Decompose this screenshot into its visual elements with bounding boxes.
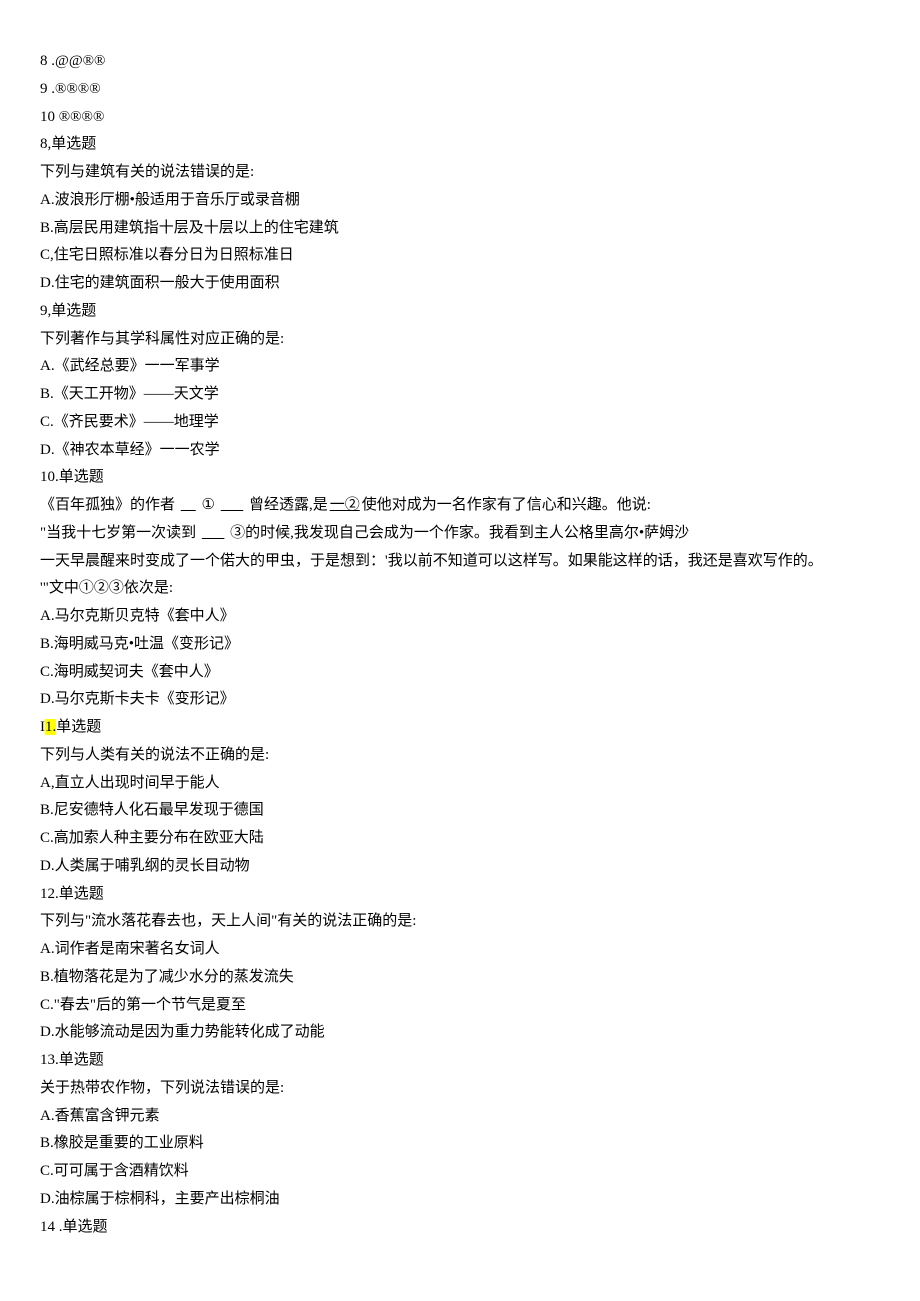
option-d: D.油棕属于棕桐科，主要产出棕桐油	[40, 1186, 880, 1214]
option-a: A.词作者是南宋著名女词人	[40, 936, 880, 964]
question-header: 8,单选题	[40, 131, 880, 159]
blank-underline	[219, 497, 246, 513]
question-header: 12.单选题	[40, 881, 880, 909]
option-d: D.《神农本草经》一一农学	[40, 437, 880, 465]
question-header: 9,单选题	[40, 298, 880, 326]
blank-underline	[179, 497, 198, 513]
highlighted-text: 1.	[45, 719, 56, 735]
option-b: B.海明威马克•吐温《变形记》	[40, 631, 880, 659]
option-c: C,住宅日照标准以春分日为日照标准日	[40, 242, 880, 270]
option-a: A.波浪形厅棚•般适用于音乐厅或录音棚	[40, 187, 880, 215]
question-stem: 下列与建筑有关的说法错误的是:	[40, 159, 880, 187]
text: ③的时候,我发现自己会成为一个作家。我看到主人公格里高尔•萨姆沙	[230, 525, 689, 541]
option-b: B.植物落花是为了减少水分的蒸发流失	[40, 964, 880, 992]
option-d: D.水能够流动是因为重力势能转化成了动能	[40, 1019, 880, 1047]
option-a: A.香蕉富含钾元素	[40, 1103, 880, 1131]
option-c: C.海明威契诃夫《套中人》	[40, 659, 880, 687]
text-line: 10 ®®®®	[40, 104, 880, 132]
option-a: A.《武经总要》一一军事学	[40, 353, 880, 381]
question-stem: "当我十七岁第一次读到 ③的时候,我发现自己会成为一个作家。我看到主人公格里高尔…	[40, 520, 880, 548]
blank-placeholder: ①	[202, 497, 215, 513]
question-header: 14 .单选题	[40, 1214, 880, 1242]
option-d: D.住宅的建筑面积一般大于使用面积	[40, 270, 880, 298]
text-line: 9 .®®®®	[40, 76, 880, 104]
text: 使他对成为一名作家有了信心和兴趣。他说:	[362, 497, 651, 513]
question-header: I1.单选题	[40, 714, 880, 742]
text: 曾经透露,是	[249, 497, 328, 513]
blank-underline: 一②	[328, 497, 362, 513]
option-c: C.可可属于含酒精饮料	[40, 1158, 880, 1186]
question-stem: 下列与"流水落花春去也，天上人间"有关的说法正确的是:	[40, 908, 880, 936]
option-a: A,直立人出现时间早于能人	[40, 770, 880, 798]
option-c: C.高加索人种主要分布在欧亚大陆	[40, 825, 880, 853]
question-header: 13.单选题	[40, 1047, 880, 1075]
question-stem: 一天早晨醒来时变成了一个偌大的甲虫，于是想到：'我以前不知道可以这样写。如果能这…	[40, 548, 880, 576]
question-header: 10.单选题	[40, 464, 880, 492]
option-d: D.人类属于哺乳纲的灵长目动物	[40, 853, 880, 881]
question-stem: 下列与人类有关的说法不正确的是:	[40, 742, 880, 770]
text: "当我十七岁第一次读到	[40, 525, 196, 541]
option-c: C."春去"后的第一个节气是夏至	[40, 992, 880, 1020]
option-b: B.高层民用建筑指十层及十层以上的住宅建筑	[40, 215, 880, 243]
option-a: A.马尔克斯贝克特《套中人》	[40, 603, 880, 631]
text-line: 8 .@@®®	[40, 48, 880, 76]
question-stem: 《百年孤独》的作者 ① 曾经透露,是一②使他对成为一名作家有了信心和兴趣。他说:	[40, 492, 880, 520]
option-b: B.尼安德特人化石最早发现于德国	[40, 797, 880, 825]
document-page: 8 .@@®® 9 .®®®® 10 ®®®® 8,单选题 下列与建筑有关的说法…	[0, 0, 920, 1281]
question-stem: 关于热带农作物，下列说法错误的是:	[40, 1075, 880, 1103]
text: 《百年孤独》的作者	[40, 497, 175, 513]
option-d: D.马尔克斯卡夫卡《变形记》	[40, 686, 880, 714]
question-stem: 下列著作与其学科属性对应正确的是:	[40, 326, 880, 354]
text: 单选题	[56, 719, 101, 735]
option-b: B.橡胶是重要的工业原料	[40, 1130, 880, 1158]
question-stem: '"文中①②③依次是:	[40, 575, 880, 603]
option-b: B.《天工开物》——天文学	[40, 381, 880, 409]
blank-underline	[200, 525, 227, 541]
option-c: C.《齐民要术》——地理学	[40, 409, 880, 437]
